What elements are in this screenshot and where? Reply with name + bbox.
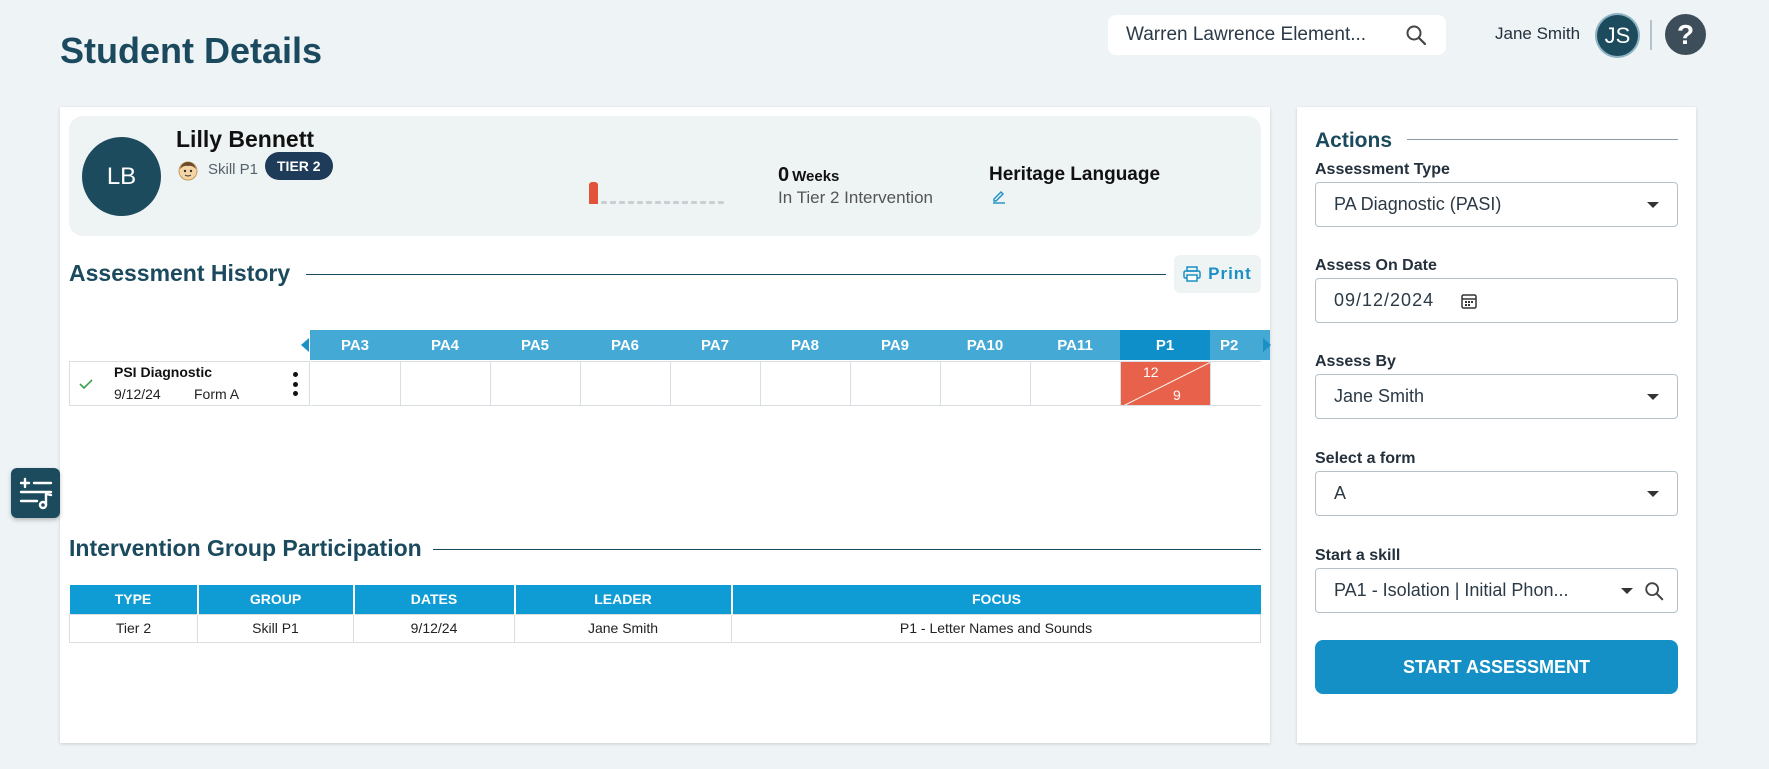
actions-title: Actions [1315, 129, 1393, 152]
assess-on-date-field[interactable]: 09/12/2024 [1315, 278, 1678, 323]
start-skill-select[interactable]: PA1 - Isolation | Initial Phon... [1315, 568, 1678, 613]
grid-column-header: P2 [1220, 336, 1239, 354]
chevron-down-icon [1647, 393, 1659, 400]
weeks-caption: In Tier 2 Intervention [778, 188, 933, 207]
assess-by-select[interactable]: Jane Smith [1315, 374, 1678, 419]
table-header-leader: LEADER [514, 585, 733, 614]
search-icon[interactable] [1643, 580, 1665, 602]
score-cell [401, 362, 491, 405]
score-cell [311, 362, 401, 405]
filter-settings-button[interactable] [11, 468, 60, 518]
sliders-music-icon [19, 477, 52, 510]
assessment-date: 9/12/24 [114, 386, 161, 402]
assessment-form: Form A [194, 386, 240, 402]
weeks-count: 0 Weeks [778, 164, 840, 186]
print-label: Print [1208, 264, 1252, 283]
assessment-name: PSI Diagnostic [114, 364, 213, 380]
student-name: Lilly Bennett [176, 126, 315, 152]
student-card: LB Lilly Bennett Skill P1 TIER 2 0 Weeks … [69, 116, 1261, 236]
help-button[interactable]: ? [1665, 14, 1706, 55]
start-assessment-button[interactable]: START ASSESSMENT [1315, 640, 1678, 694]
school-search-input[interactable] [1126, 24, 1404, 46]
score-cell-p1[interactable]: 12 9 [1121, 362, 1211, 405]
score-cell [851, 362, 941, 405]
student-skill: Skill P1 [208, 161, 259, 178]
printer-icon [1183, 266, 1201, 282]
header-divider [1650, 20, 1652, 50]
grid-column-header: PA7 [700, 336, 730, 354]
table-row: Tier 2 Skill P1 9/12/24 Jane Smith P1 - … [69, 613, 1261, 643]
intervention-divider [433, 549, 1261, 550]
table-header-type: TYPE [69, 585, 199, 614]
chevron-down-icon [1647, 201, 1659, 208]
table-header-focus: FOCUS [731, 585, 1261, 614]
student-face-icon [178, 161, 198, 181]
more-options-icon[interactable] [292, 372, 298, 396]
assess-on-date-label: Assess On Date [1315, 257, 1437, 274]
score-cell [581, 362, 671, 405]
calendar-icon[interactable] [1460, 292, 1478, 310]
select-form-label: Select a form [1315, 450, 1416, 467]
student-avatar: LB [82, 137, 161, 216]
grid-column-header-active: P1 [1120, 330, 1210, 360]
grid-column-header: PA5 [520, 336, 550, 354]
page-title: Student Details [60, 30, 323, 71]
table-cell-dates: 9/12/24 [353, 613, 515, 643]
grid-column-header: PA6 [610, 336, 640, 354]
assessment-row[interactable]: PSI Diagnostic 9/12/24 Form A [69, 361, 310, 406]
grid-column-header: PA11 [1057, 336, 1093, 354]
table-cell-leader: Jane Smith [514, 613, 732, 643]
grid-column-header: PA3 [340, 336, 370, 354]
assessment-history-divider [306, 274, 1166, 275]
user-name: Jane Smith [1495, 24, 1581, 43]
intervention-table: TYPE GROUP DATES LEADER FOCUS Tier 2 Ski… [69, 585, 1261, 643]
table-cell-group: Skill P1 [197, 613, 354, 643]
weeks-progress-bars [589, 182, 724, 204]
score-top-value: 12 [1143, 364, 1159, 380]
table-cell-focus: P1 - Letter Names and Sounds [731, 613, 1261, 643]
assessment-score-cells: 12 9 [311, 361, 1261, 406]
chevron-down-icon [1621, 587, 1633, 594]
assessment-type-select[interactable]: PA Diagnostic (PASI) [1315, 182, 1678, 227]
assessment-grid-header: PA3 PA4 PA5 PA6 PA7 PA8 PA9 PA10 PA11 P1… [310, 330, 1270, 360]
search-icon[interactable] [1404, 23, 1428, 47]
score-cell [1211, 362, 1301, 405]
score-cell [761, 362, 851, 405]
actions-panel: Actions Assessment Type PA Diagnostic (P… [1297, 107, 1696, 743]
score-cell [1031, 362, 1121, 405]
main-panel: LB Lilly Bennett Skill P1 TIER 2 0 Weeks … [60, 107, 1271, 743]
score-cell [941, 362, 1031, 405]
user-avatar[interactable]: JS [1597, 15, 1638, 56]
score-bottom-value: 9 [1173, 387, 1181, 403]
edit-pencil-icon[interactable] [991, 188, 1007, 204]
table-header-dates: DATES [353, 585, 516, 614]
select-form-select[interactable]: A [1315, 471, 1678, 516]
table-cell-type: Tier 2 [69, 613, 198, 643]
score-cell [491, 362, 581, 405]
actions-divider [1407, 139, 1678, 140]
intervention-title: Intervention Group Participation [69, 535, 422, 561]
assess-by-label: Assess By [1315, 353, 1396, 370]
chevron-down-icon [1647, 490, 1659, 497]
table-header-group: GROUP [197, 585, 355, 614]
assessment-history-title: Assessment History [69, 260, 291, 286]
grid-scroll-left-icon[interactable] [301, 338, 309, 352]
start-skill-label: Start a skill [1315, 547, 1401, 564]
heritage-language-label: Heritage Language [989, 164, 1161, 185]
school-search[interactable] [1108, 15, 1446, 55]
grid-column-header: PA4 [430, 336, 460, 354]
score-cell [671, 362, 761, 405]
grid-column-header: PA9 [880, 336, 910, 354]
check-icon [79, 379, 93, 390]
grid-column-header: PA10 [966, 336, 1004, 354]
assessment-type-label: Assessment Type [1315, 161, 1450, 178]
print-button[interactable]: Print [1174, 255, 1261, 293]
grid-column-header: PA8 [790, 336, 820, 354]
grid-scroll-right-icon[interactable] [1263, 338, 1271, 352]
tier-badge: TIER 2 [265, 152, 333, 180]
weeks-unit: Weeks [792, 168, 840, 185]
